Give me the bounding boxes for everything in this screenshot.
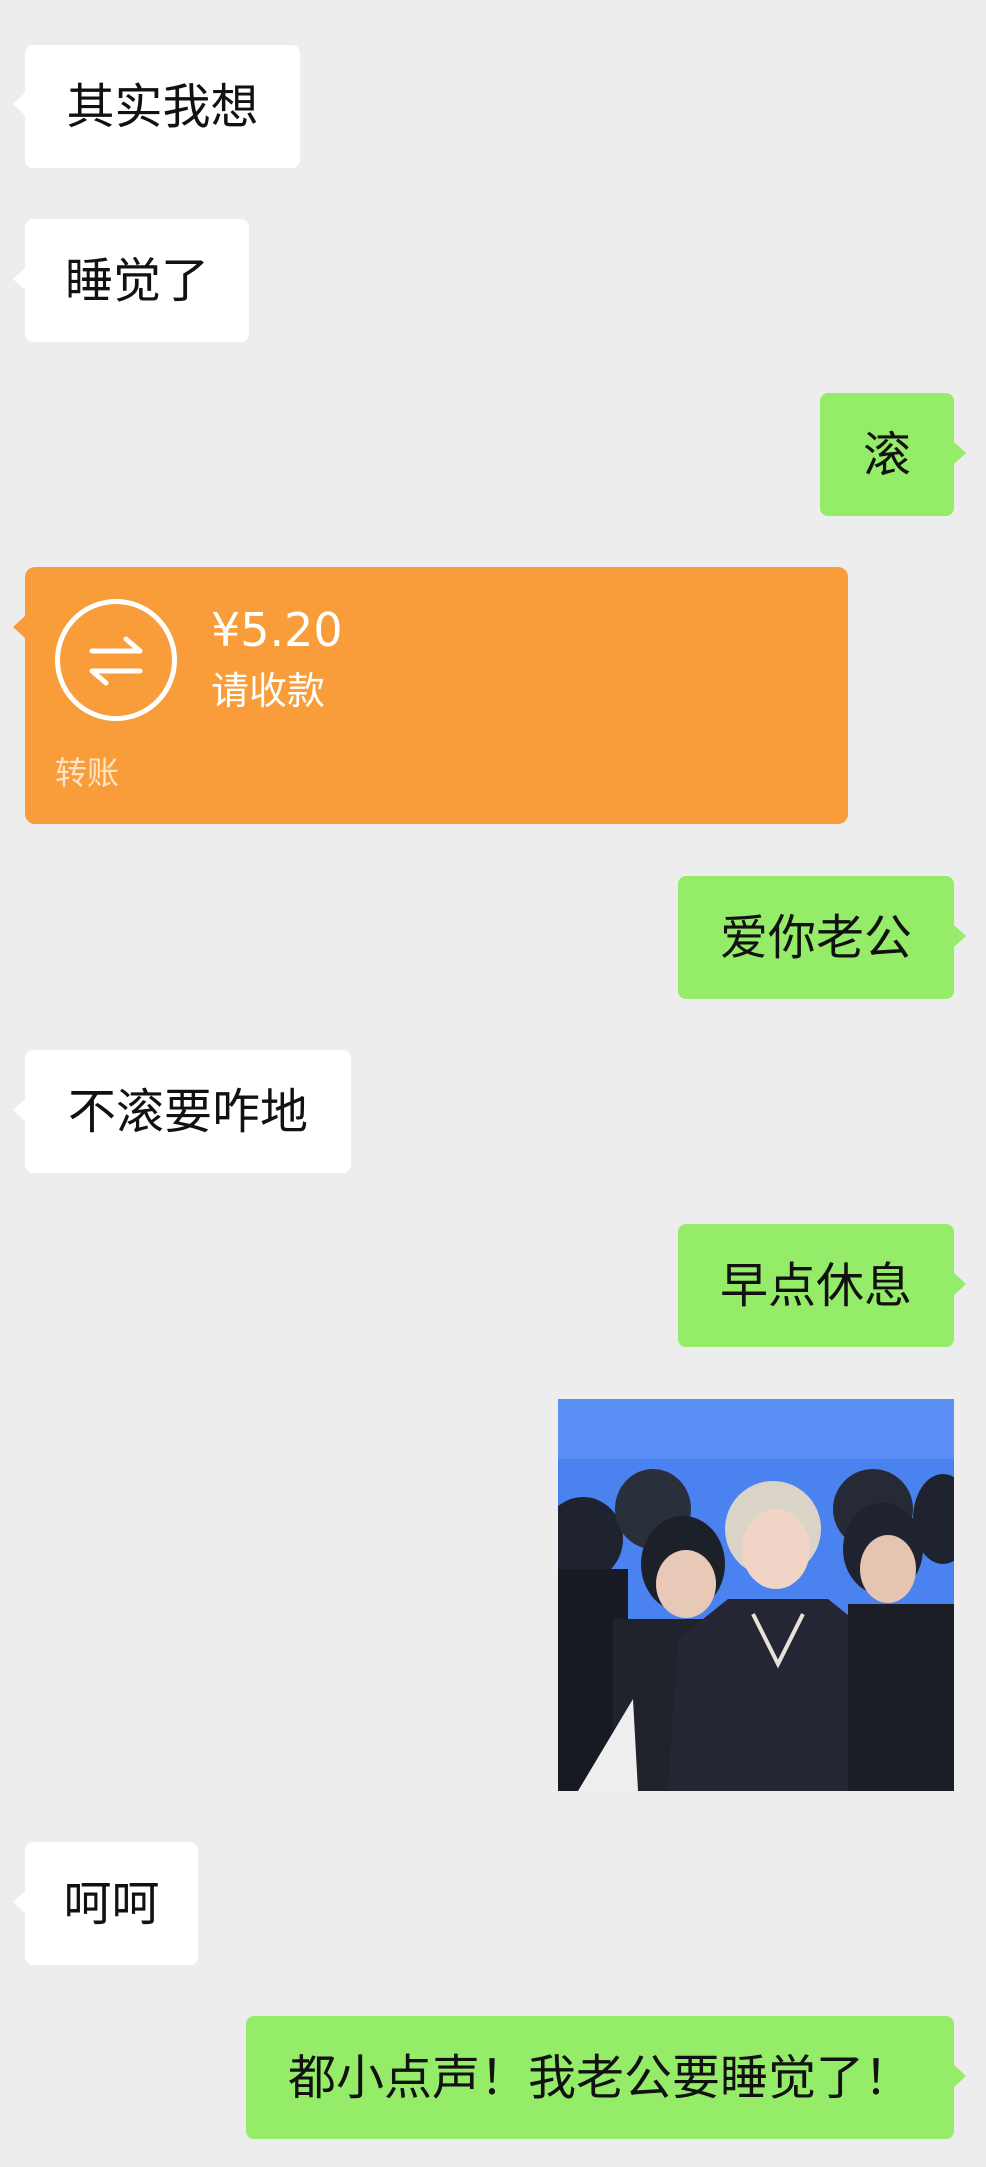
transfer-arrows-icon [55,599,177,721]
message-bubble-outgoing[interactable]: 爱你老公 [678,876,954,999]
message-text: 早点休息 [719,1257,912,1314]
transfer-arrows-svg [89,636,143,686]
message-text: 滚 [862,426,911,483]
message-bubble-outgoing[interactable]: 滚 [820,393,954,516]
bubble-tail [13,1099,25,1121]
transfer-amount: ¥5.20 [211,603,343,657]
transfer-card[interactable]: ¥5.20 请收款 转账 [25,567,848,824]
message-text: 不滚要咋地 [67,1083,308,1140]
bubble-tail [13,268,25,290]
chat-window: 其实我想 睡觉了 滚 ¥5.20 请收款 转账 爱你老公 不滚要咋地 早点休息 [0,0,986,2167]
message-text: 其实我想 [66,78,259,135]
transfer-status: 请收款 [211,669,326,713]
photo-image [558,1399,954,1791]
bubble-tail [954,442,966,464]
message-text: 呵呵 [63,1875,160,1932]
bubble-tail [13,616,25,638]
message-bubble-incoming[interactable]: 睡觉了 [25,219,249,342]
bubble-tail [954,1273,966,1295]
bubble-tail [954,2065,966,2087]
bubble-tail [13,1891,25,1913]
transfer-label: 转账 [55,754,120,792]
message-bubble-outgoing[interactable]: 都小点声！我老公要睡觉了！ [246,2016,954,2139]
message-bubble-incoming[interactable]: 其实我想 [25,45,300,168]
bubble-tail [13,93,25,115]
message-text: 睡觉了 [64,252,209,309]
message-bubble-incoming[interactable]: 呵呵 [25,1842,198,1965]
image-message[interactable] [558,1399,954,1791]
bubble-tail [954,925,966,947]
message-bubble-incoming[interactable]: 不滚要咋地 [25,1050,351,1173]
message-text: 都小点声！我老公要睡觉了！ [287,2049,912,2106]
message-bubble-outgoing[interactable]: 早点休息 [678,1224,954,1347]
message-text: 爱你老公 [719,909,912,966]
